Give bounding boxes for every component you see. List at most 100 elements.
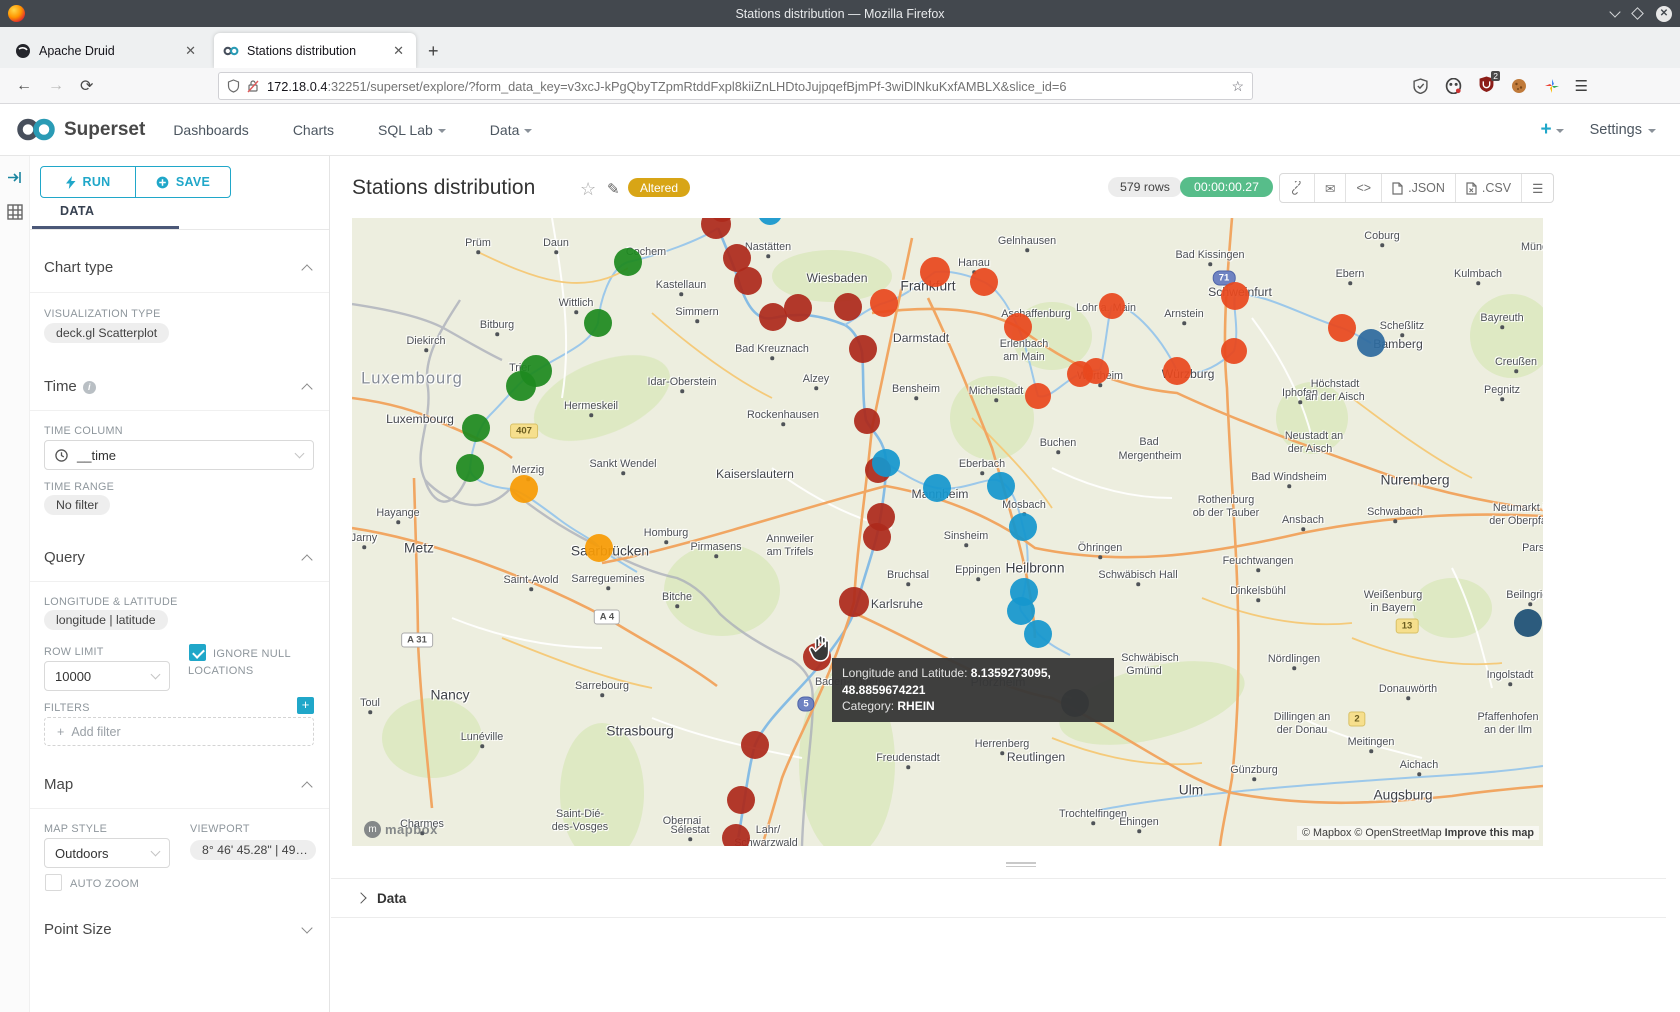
scatter-point[interactable] bbox=[722, 824, 750, 846]
more-options-icon[interactable]: ☰ bbox=[1521, 174, 1553, 202]
save-button[interactable]: SAVE bbox=[135, 167, 230, 197]
reload-button[interactable]: ⟳ bbox=[80, 76, 93, 96]
collapse-icon[interactable] bbox=[301, 922, 312, 933]
favorite-star-icon[interactable]: ☆ bbox=[580, 179, 596, 200]
scatter-point[interactable] bbox=[506, 371, 536, 401]
embed-code-button[interactable]: <> bbox=[1345, 174, 1381, 202]
scatter-point[interactable] bbox=[923, 474, 951, 502]
ignore-null-checkbox[interactable] bbox=[189, 644, 206, 661]
mapbox-logo[interactable]: m mapbox bbox=[364, 821, 438, 838]
tab-data[interactable]: DATA bbox=[60, 204, 94, 218]
tab-stations-distribution[interactable]: Stations distribution ✕ bbox=[214, 33, 416, 68]
nav-dashboards[interactable]: Dashboards bbox=[173, 122, 249, 138]
forward-button[interactable]: → bbox=[48, 77, 64, 95]
scatter-point[interactable] bbox=[734, 267, 762, 295]
export-json-button[interactable]: .JSON bbox=[1381, 174, 1455, 202]
tab-close-icon[interactable]: ✕ bbox=[390, 43, 407, 59]
section-chart-type[interactable]: Chart type bbox=[44, 259, 113, 276]
scatter-point[interactable] bbox=[462, 414, 490, 442]
dataset-grid-icon[interactable] bbox=[7, 204, 23, 220]
menu-icon[interactable]: ☰ bbox=[1575, 77, 1588, 95]
scatter-point[interactable] bbox=[759, 303, 787, 331]
expand-panel-icon[interactable] bbox=[7, 170, 22, 185]
data-results-collapse[interactable]: Data bbox=[331, 878, 1666, 918]
scatter-point[interactable] bbox=[1024, 620, 1052, 648]
add-filter-plus-button[interactable]: + bbox=[297, 697, 314, 714]
scatter-point[interactable] bbox=[784, 294, 812, 322]
scatter-point[interactable] bbox=[510, 475, 538, 503]
scatter-point[interactable] bbox=[585, 534, 613, 562]
nav-charts[interactable]: Charts bbox=[293, 122, 334, 138]
scatter-point[interactable] bbox=[920, 257, 950, 287]
scatter-point[interactable] bbox=[872, 449, 900, 477]
scatter-point[interactable] bbox=[456, 454, 484, 482]
scatter-point[interactable] bbox=[1099, 293, 1125, 319]
new-tab-button[interactable]: + bbox=[428, 41, 439, 62]
collapse-icon[interactable] bbox=[301, 264, 312, 275]
insecure-lock-icon[interactable] bbox=[247, 79, 259, 93]
close-icon[interactable]: ✕ bbox=[1656, 6, 1672, 22]
scatter-point[interactable] bbox=[1004, 313, 1032, 341]
section-time[interactable]: Timei bbox=[44, 378, 96, 395]
section-point-size[interactable]: Point Size bbox=[44, 921, 112, 938]
scatter-point[interactable] bbox=[584, 309, 612, 337]
nav-sql-lab[interactable]: SQL Lab bbox=[378, 122, 446, 138]
url-bar[interactable]: 172.18.0.4:32251/superset/explore/?form_… bbox=[218, 72, 1253, 100]
add-filter-box[interactable]: +Add filter bbox=[44, 717, 314, 746]
ublock-icon[interactable]: 2 bbox=[1479, 76, 1494, 97]
time-column-select[interactable]: __time bbox=[44, 440, 314, 470]
scatter-point[interactable] bbox=[727, 786, 755, 814]
email-button[interactable]: ✉ bbox=[1314, 174, 1345, 202]
collapse-icon[interactable] bbox=[301, 781, 312, 792]
scatter-point[interactable] bbox=[1514, 609, 1542, 637]
tab-apache-druid[interactable]: Apache Druid ✕ bbox=[6, 33, 208, 68]
bookmark-star-icon[interactable]: ☆ bbox=[1231, 78, 1244, 95]
scatter-point[interactable] bbox=[1221, 282, 1249, 310]
scatter-point[interactable] bbox=[849, 335, 877, 363]
scatter-point[interactable] bbox=[614, 248, 642, 276]
scatter-point[interactable] bbox=[1163, 357, 1191, 385]
scatter-point[interactable] bbox=[1357, 329, 1385, 357]
scatter-point[interactable] bbox=[970, 268, 998, 296]
scatter-point[interactable] bbox=[1221, 338, 1247, 364]
share-link-button[interactable] bbox=[1280, 174, 1314, 202]
section-map[interactable]: Map bbox=[44, 776, 73, 793]
scatter-point[interactable] bbox=[839, 587, 869, 617]
viewport-value[interactable]: 8° 46' 45.28" | 49… bbox=[190, 840, 316, 860]
run-button[interactable]: RUN bbox=[41, 167, 135, 197]
extension-shield-icon[interactable] bbox=[1413, 78, 1428, 94]
edit-icon[interactable]: ✎ bbox=[607, 180, 620, 198]
scatter-point[interactable] bbox=[741, 731, 769, 759]
scatter-point[interactable] bbox=[1009, 513, 1037, 541]
time-range-value[interactable]: No filter bbox=[44, 495, 110, 515]
scatter-point[interactable] bbox=[1083, 358, 1109, 384]
resize-handle[interactable] bbox=[1006, 862, 1036, 867]
scatter-point[interactable] bbox=[1328, 314, 1356, 342]
minimize-icon[interactable] bbox=[1609, 6, 1620, 17]
row-limit-select[interactable]: 10000 bbox=[44, 661, 170, 691]
export-csv-button[interactable]: .CSV bbox=[1455, 174, 1521, 202]
mask-extension-icon[interactable] bbox=[1445, 78, 1462, 94]
pinwheel-extension-icon[interactable] bbox=[1544, 78, 1560, 94]
scatter-point[interactable] bbox=[1025, 383, 1051, 409]
maximize-icon[interactable] bbox=[1631, 7, 1644, 20]
scatter-point[interactable] bbox=[854, 408, 880, 434]
scatter-point[interactable] bbox=[834, 293, 862, 321]
viz-type-value[interactable]: deck.gl Scatterplot bbox=[44, 323, 169, 343]
collapse-icon[interactable] bbox=[301, 383, 312, 394]
auto-zoom-checkbox[interactable] bbox=[45, 874, 62, 891]
map-style-select[interactable]: Outdoors bbox=[44, 838, 170, 868]
nav-data[interactable]: Data bbox=[490, 122, 533, 138]
collapse-icon[interactable] bbox=[301, 554, 312, 565]
scatter-point[interactable] bbox=[987, 472, 1015, 500]
map-attribution[interactable]: © Mapbox © OpenStreetMap Improve this ma… bbox=[1297, 826, 1539, 840]
settings-menu[interactable]: Settings bbox=[1590, 122, 1656, 138]
scatter-point[interactable] bbox=[863, 523, 891, 551]
scatter-point[interactable] bbox=[870, 289, 898, 317]
shield-icon[interactable] bbox=[227, 79, 240, 93]
map-canvas[interactable]: PrümDaunCochemKastellaunSimmernNastätten… bbox=[352, 218, 1543, 846]
lonlat-value[interactable]: longitude | latitude bbox=[44, 610, 168, 630]
tab-close-icon[interactable]: ✕ bbox=[182, 43, 199, 59]
add-new-button[interactable]: + bbox=[1540, 119, 1563, 141]
cookie-extension-icon[interactable] bbox=[1511, 78, 1527, 94]
